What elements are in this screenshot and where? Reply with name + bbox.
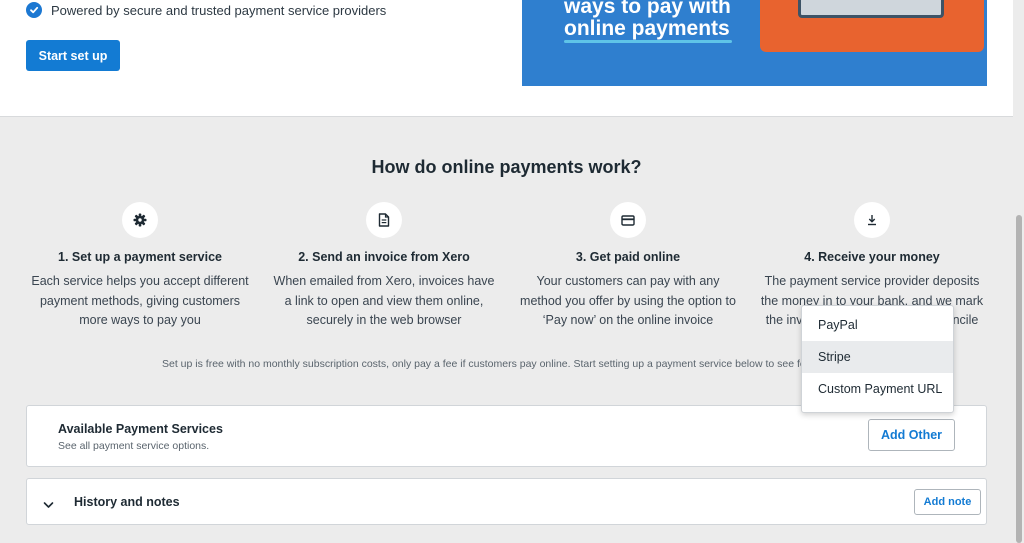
add-note-button[interactable]: Add note <box>914 489 981 515</box>
step-desc-line: a link to open and view them online, <box>284 293 484 308</box>
menu-item-stripe[interactable]: Stripe <box>802 341 953 373</box>
trust-row: Powered by secure and trusted payment se… <box>26 2 386 18</box>
card-icon <box>610 202 646 238</box>
services-subtitle: See all payment service options. <box>58 440 210 452</box>
scrollbar-thumb[interactable] <box>1016 215 1022 543</box>
step-title: 2. Send an invoice from Xero <box>298 250 470 264</box>
menu-item-paypal[interactable]: PayPal <box>802 309 953 341</box>
step-title: 1. Set up a payment service <box>58 250 222 264</box>
add-other-button[interactable]: Add Other <box>868 419 955 451</box>
services-title: Available Payment Services <box>58 422 223 436</box>
available-services-card: Available Payment Services See all payme… <box>26 405 987 467</box>
step-desc-line: The payment service provider deposits <box>764 274 980 288</box>
trust-text: Powered by secure and trusted payment se… <box>51 2 387 18</box>
step-desc-line: Each service helps you accept different <box>31 274 249 288</box>
download-icon <box>854 202 890 238</box>
gear-icon <box>122 202 158 238</box>
add-other-dropdown-menu: PayPal Stripe Custom Payment URL <box>801 305 954 413</box>
chevron-down-icon[interactable] <box>43 496 54 514</box>
step-desc-line: method you offer by using the option to <box>520 293 736 308</box>
step-desc-line: ‘Pay now’ on the online invoice <box>542 313 714 327</box>
pricing-note: Set up is free with no monthly subscript… <box>162 358 820 370</box>
setup-banner: Powered by secure and trusted payment se… <box>0 0 1013 117</box>
step-desc-line: Your customers can pay with any <box>536 274 720 288</box>
step-1: 1. Set up a payment service Each service… <box>25 202 255 331</box>
step-desc-line: When emailed from Xero, invoices have <box>273 274 495 288</box>
promo-text: ways to pay with online payments <box>564 0 731 40</box>
step-desc-line: more ways to pay you <box>79 313 201 327</box>
history-title: History and notes <box>74 495 180 509</box>
step-desc-line: securely in the web browser <box>306 313 462 327</box>
document-icon <box>366 202 402 238</box>
promo-screen-illustration <box>798 0 944 18</box>
step-description: Your customers can pay with any method y… <box>513 272 743 331</box>
section-title: How do online payments work? <box>371 157 642 177</box>
promo-line1: ways to pay with <box>564 0 731 18</box>
step-description: Each service helps you accept different … <box>25 272 255 331</box>
step-title: 3. Get paid online <box>575 250 681 264</box>
promo-image: ways to pay with online payments <box>522 0 987 86</box>
step-2: 2. Send an invoice from Xero When emaile… <box>269 202 499 331</box>
step-description: When emailed from Xero, invoices have a … <box>269 272 499 331</box>
promo-underline <box>564 40 732 43</box>
promo-line2: online payments <box>564 17 730 40</box>
scrollbar[interactable] <box>1013 0 1024 543</box>
step-title: 4. Receive your money <box>804 250 940 264</box>
step-3: 3. Get paid online Your customers can pa… <box>513 202 743 331</box>
checkmark-icon <box>26 2 42 18</box>
history-notes-card[interactable]: History and notes Add note <box>26 478 987 525</box>
step-desc-line: payment methods, giving customers <box>39 293 241 308</box>
menu-item-custom-payment-url[interactable]: Custom Payment URL <box>802 373 953 405</box>
start-setup-button[interactable]: Start set up <box>26 40 120 71</box>
